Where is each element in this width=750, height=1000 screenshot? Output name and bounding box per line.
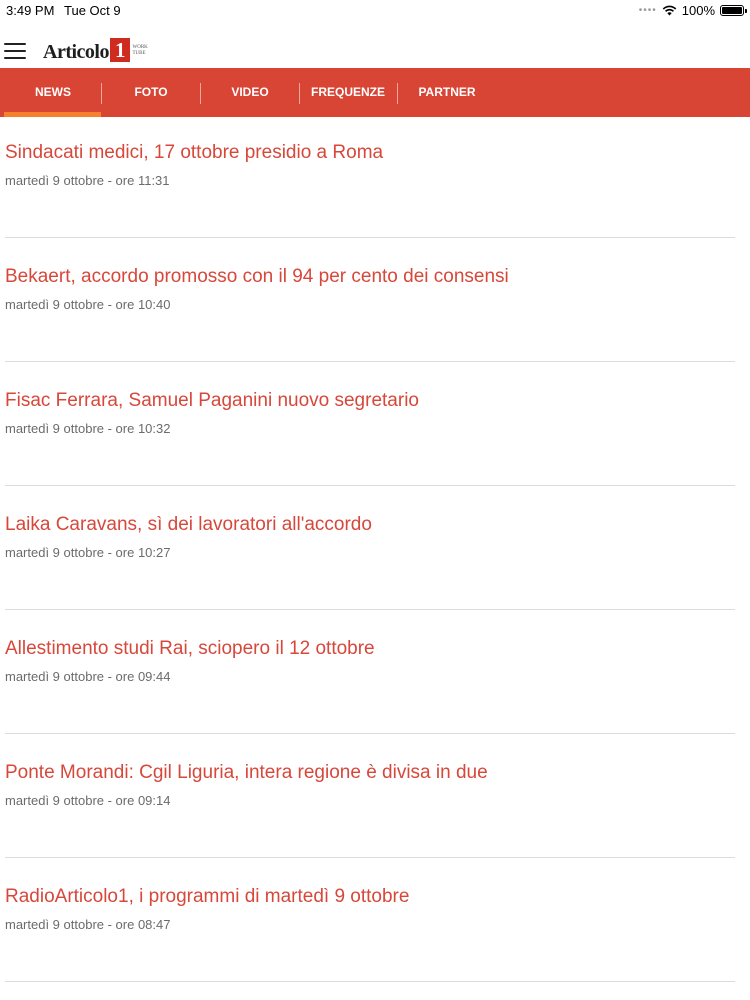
- divider: [5, 981, 735, 982]
- tab-video[interactable]: VIDEO: [201, 68, 299, 117]
- cellular-dots-icon: ••••: [638, 5, 657, 16]
- news-item[interactable]: Ponte Morandi: Cgil Liguria, intera regi…: [0, 737, 750, 861]
- news-title[interactable]: Ponte Morandi: Cgil Liguria, intera regi…: [5, 762, 488, 784]
- tab-news[interactable]: NEWS: [4, 68, 102, 117]
- news-item[interactable]: Bekaert, accordo promosso con il 94 per …: [0, 241, 750, 365]
- news-date: martedì 9 ottobre - ore 10:32: [5, 421, 171, 436]
- status-bar: 3:49 PM Tue Oct 9 •••• 100%: [0, 0, 750, 22]
- logo-word: Articolo: [43, 41, 109, 63]
- news-date: martedì 9 ottobre - ore 10:40: [5, 297, 171, 312]
- news-date: martedì 9 ottobre - ore 09:14: [5, 793, 171, 808]
- news-date: martedì 9 ottobre - ore 08:47: [5, 917, 171, 932]
- hamburger-menu-icon[interactable]: [4, 43, 26, 59]
- divider: [5, 485, 735, 486]
- articolo1-logo[interactable]: Articolo 1 WORK TUBE: [43, 36, 148, 68]
- divider: [5, 361, 735, 362]
- battery-icon: [720, 5, 747, 16]
- news-date: martedì 9 ottobre - ore 09:44: [5, 669, 171, 684]
- logo-number-badge: 1: [109, 38, 131, 62]
- news-date: martedì 9 ottobre - ore 11:31: [5, 173, 170, 188]
- tab-partner[interactable]: PARTNER: [398, 68, 496, 117]
- battery-percent: 100%: [681, 3, 715, 18]
- news-item[interactable]: Fisac Ferrara, Samuel Paganini nuovo seg…: [0, 365, 750, 489]
- tab-foto[interactable]: FOTO: [102, 68, 200, 117]
- news-item[interactable]: Allestimento studi Rai, sciopero il 12 o…: [0, 613, 750, 737]
- divider: [5, 609, 735, 610]
- battery-fill: [722, 7, 742, 14]
- news-item[interactable]: Laika Caravans, sì dei lavoratori all'ac…: [0, 489, 750, 613]
- news-title[interactable]: Bekaert, accordo promosso con il 94 per …: [5, 266, 509, 288]
- tab-frequenze[interactable]: FREQUENZE: [299, 68, 397, 117]
- status-indicators: •••• 100%: [638, 3, 747, 18]
- wifi-icon: [662, 5, 677, 16]
- news-title[interactable]: Fisac Ferrara, Samuel Paganini nuovo seg…: [5, 390, 419, 412]
- news-title[interactable]: Sindacati medici, 17 ottobre presidio a …: [5, 142, 383, 164]
- news-date: martedì 9 ottobre - ore 10:27: [5, 545, 171, 560]
- news-title[interactable]: Allestimento studi Rai, sciopero il 12 o…: [5, 638, 375, 660]
- news-item[interactable]: RadioArticolo1, i programmi di martedì 9…: [0, 861, 750, 985]
- status-date: Tue Oct 9: [64, 3, 121, 18]
- news-list: Sindacati medici, 17 ottobre presidio a …: [0, 117, 750, 985]
- section-tab-bar: NEWS FOTO VIDEO FREQUENZE PARTNER: [0, 68, 750, 117]
- divider: [5, 237, 735, 238]
- status-time: 3:49 PM: [6, 3, 55, 18]
- news-title[interactable]: Laika Caravans, sì dei lavoratori all'ac…: [5, 514, 372, 536]
- logo-subtitle: WORK TUBE: [132, 45, 148, 56]
- news-item[interactable]: Sindacati medici, 17 ottobre presidio a …: [0, 117, 750, 241]
- divider: [5, 733, 735, 734]
- app-header: Articolo 1 WORK TUBE: [0, 22, 750, 68]
- divider: [5, 857, 735, 858]
- news-title[interactable]: RadioArticolo1, i programmi di martedì 9…: [5, 886, 409, 908]
